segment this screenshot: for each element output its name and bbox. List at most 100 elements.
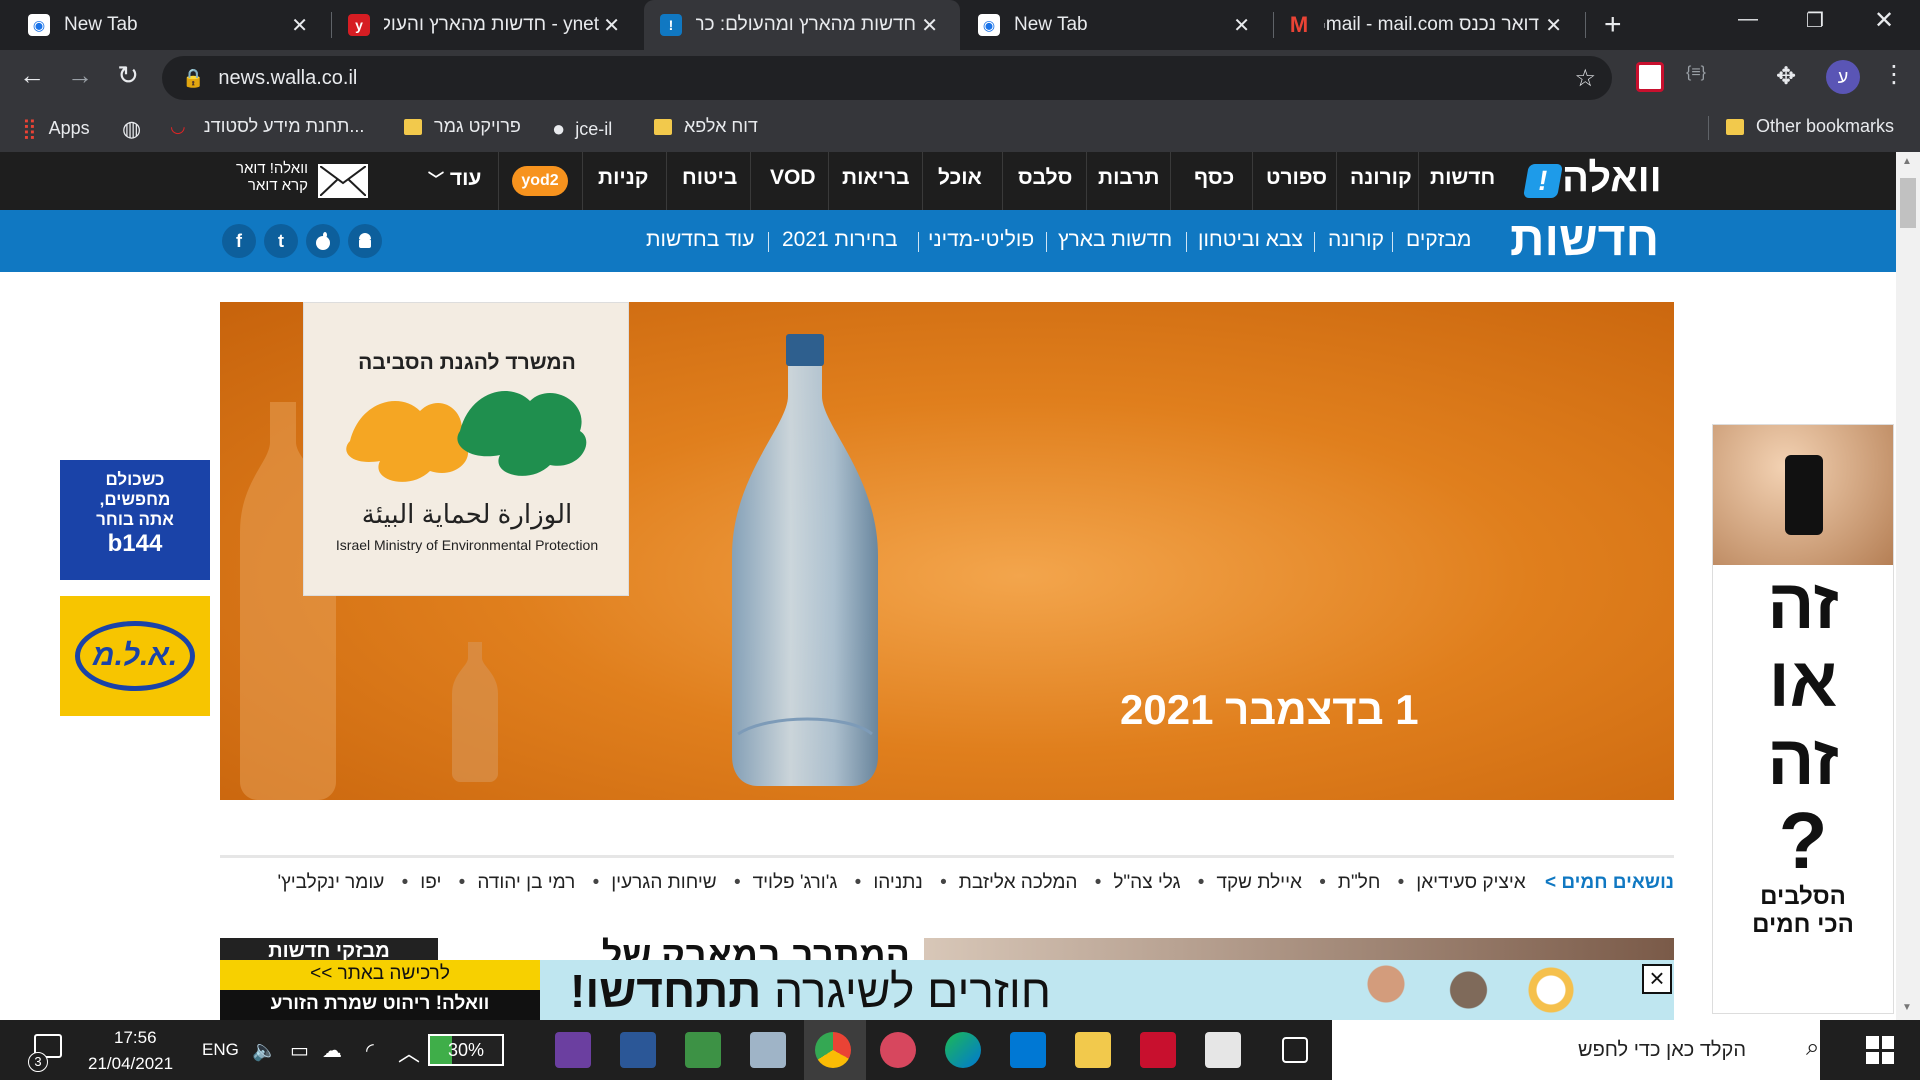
mcafee-icon[interactable]	[1140, 1032, 1176, 1068]
close-tab-icon[interactable]: ✕	[291, 13, 308, 38]
subnav-corona[interactable]: קורונה	[1328, 228, 1384, 252]
mail-icon[interactable]	[1010, 1032, 1046, 1068]
page-scrollbar[interactable]: ▲ ▼	[1896, 152, 1920, 1020]
furniture-sticky-ad[interactable]: לרכישה באתר >> וואלה! ריהוט שמרת הזורע ח…	[220, 960, 1674, 1020]
subnav-army-security[interactable]: צבא וביטחון	[1198, 228, 1303, 252]
subnav-flashes[interactable]: מבזקים	[1406, 228, 1471, 252]
topic-link[interactable]: רמי בן יהודה	[477, 872, 575, 894]
subnav-politics[interactable]: פוליטי-מדיני	[928, 228, 1034, 252]
topic-link[interactable]: איציק סעידיאן	[1416, 872, 1525, 894]
extensions-puzzle-icon[interactable]: ✥	[1776, 62, 1796, 91]
subnav-local-news[interactable]: חדשות בארץ	[1058, 228, 1172, 252]
profile-avatar[interactable]: ע	[1826, 60, 1860, 94]
android-icon[interactable]	[348, 224, 382, 258]
bookmark-alpha-report[interactable]: דוח אלפא	[654, 116, 758, 137]
topic-link[interactable]: ג'ורג' פלויד	[753, 872, 838, 894]
nav-vod[interactable]: VOD	[770, 166, 816, 190]
walla-mail-link[interactable]: וואלה! דואר קרא דואר	[212, 160, 308, 194]
close-window-button[interactable]: ✕	[1874, 6, 1894, 35]
forward-icon[interactable]: →	[62, 60, 98, 91]
facebook-icon[interactable]: f	[222, 224, 256, 258]
walla-logo[interactable]: וואלה	[1562, 156, 1662, 201]
battery-meter[interactable]: 30%	[428, 1034, 504, 1066]
topic-link[interactable]: שיחות הגרעין	[611, 872, 716, 894]
nav-food[interactable]: אוכל	[938, 166, 982, 190]
bookmark-apps[interactable]: ⣿ Apps	[22, 116, 90, 141]
nav-corona[interactable]: קורונה	[1350, 166, 1412, 190]
close-tab-icon[interactable]: ✕	[1233, 13, 1250, 38]
walla-logo-mark[interactable]: !	[1523, 164, 1563, 198]
battery-icon[interactable]: ▭	[290, 1038, 309, 1063]
excel-icon[interactable]	[685, 1032, 721, 1068]
nav-shopping[interactable]: קניות	[598, 166, 649, 190]
input-language[interactable]: ENG	[202, 1040, 239, 1060]
celebs-ad[interactable]: זה או זה ? הסלבים הכי חמים	[1712, 424, 1894, 1014]
nav-more[interactable]: עוד ﹀	[428, 166, 481, 191]
tab-walla-active[interactable]: ! חדשות מהארץ ומהעולם: כת ✕	[644, 0, 960, 50]
topic-link[interactable]: עומר ינקלביץ'	[278, 872, 385, 894]
scroll-down-icon[interactable]: ▼	[1902, 1002, 1912, 1013]
subnav-elections-2021[interactable]: בחירות 2021	[782, 228, 898, 252]
nav-health[interactable]: בריאות	[842, 166, 910, 190]
environment-ministry-ad[interactable]: המשרד להגנת הסביבה الوزارة لحماية البيئة…	[220, 302, 1674, 800]
windows-search-box[interactable]: הקלד כאן כדי לחפש	[1332, 1020, 1820, 1080]
back-icon[interactable]: ←	[14, 60, 50, 91]
clock-time[interactable]: 17:56	[114, 1028, 157, 1048]
chrome-icon[interactable]	[815, 1032, 851, 1068]
nav-news[interactable]: חדשות	[1430, 166, 1495, 190]
hot-topics-label[interactable]: נושאים חמים >	[1545, 872, 1674, 894]
tab-new-tab-1[interactable]: ◉ New Tab ✕	[0, 0, 330, 50]
topic-link[interactable]: המלכה אליזבת	[959, 872, 1078, 894]
word-icon[interactable]	[620, 1032, 656, 1068]
reload-icon[interactable]: ↻	[110, 60, 146, 91]
close-tab-icon[interactable]: ✕	[921, 13, 938, 38]
minimize-button[interactable]: —	[1738, 8, 1758, 31]
paint-icon[interactable]	[880, 1032, 916, 1068]
topic-link[interactable]: נתניהו	[873, 872, 922, 894]
nav-money[interactable]: כסף	[1194, 166, 1234, 190]
chrome-menu-icon[interactable]: ⋮	[1882, 60, 1906, 89]
task-view-icon[interactable]	[1282, 1037, 1308, 1063]
onedrive-icon[interactable]: ☁	[322, 1038, 342, 1063]
bookmark-jce-il[interactable]: ● jce-il	[552, 116, 612, 142]
clock-date[interactable]: 21/04/2021	[88, 1054, 173, 1074]
store-icon[interactable]	[1205, 1032, 1241, 1068]
extension-icon[interactable]: {≡}	[1686, 64, 1706, 82]
restore-button[interactable]: ❐	[1806, 8, 1824, 33]
topic-link[interactable]: יפו	[420, 872, 441, 894]
bookmark-star-icon[interactable]: ☆	[1574, 64, 1596, 93]
nav-insurance[interactable]: ביטוח	[682, 166, 737, 190]
tab-ynet[interactable]: y ynet - חדשות מהארץ והעולם ✕	[332, 0, 642, 50]
yod2-logo[interactable]: yod2	[512, 166, 568, 196]
topic-link[interactable]: איילת שקד	[1216, 872, 1302, 894]
visual-studio-icon[interactable]	[555, 1032, 591, 1068]
nav-sport[interactable]: ספורט	[1266, 166, 1327, 190]
close-ad-button[interactable]: ×	[1642, 964, 1672, 994]
new-tab-button[interactable]: +	[1604, 8, 1622, 42]
b144-ad[interactable]: כשכולם מחפשים, אתה בוחר b144	[60, 460, 210, 580]
bookmark-student-info[interactable]: ◡ תחנת מידע לסטודנ...	[170, 116, 364, 137]
show-hidden-icons-icon[interactable]: ︿	[398, 1036, 420, 1068]
pocket-extension-icon[interactable]	[1636, 62, 1664, 92]
topic-link[interactable]: גלי צה"ל	[1113, 872, 1180, 894]
snipping-icon[interactable]	[750, 1032, 786, 1068]
other-bookmarks[interactable]: Other bookmarks	[1726, 116, 1894, 137]
edge-icon[interactable]	[945, 1032, 981, 1068]
address-bar[interactable]: 🔒 news.walla.co.il ☆	[162, 56, 1612, 100]
twitter-icon[interactable]: t	[264, 224, 298, 258]
volume-icon[interactable]: 🔈	[252, 1038, 277, 1063]
bookmark-final-project[interactable]: פרויקט גמר	[404, 116, 521, 137]
subnav-more-news[interactable]: עוד בחדשות	[646, 228, 754, 252]
alm-ad[interactable]: א.ל.מ.	[60, 596, 210, 716]
scroll-thumb[interactable]	[1900, 178, 1916, 228]
file-explorer-icon[interactable]	[1075, 1032, 1111, 1068]
mail-envelope-icon[interactable]	[318, 164, 368, 198]
scroll-up-icon[interactable]: ▲	[1902, 156, 1912, 167]
nav-culture[interactable]: תרבות	[1098, 166, 1159, 190]
tab-new-tab-2[interactable]: ◉ New Tab ✕	[962, 0, 1272, 50]
windows-start-icon[interactable]	[1866, 1036, 1894, 1064]
apple-icon[interactable]	[306, 224, 340, 258]
wifi-icon[interactable]: ◜	[366, 1038, 374, 1063]
globe-icon[interactable]: ◍	[122, 116, 141, 142]
section-title[interactable]: חדשות	[1510, 212, 1659, 267]
